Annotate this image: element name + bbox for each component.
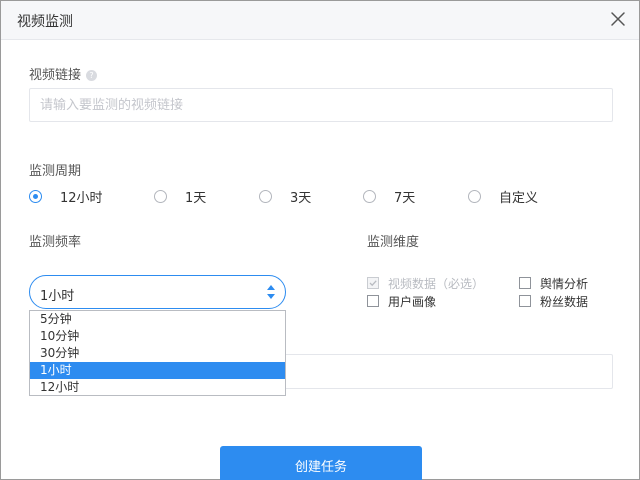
frequency-option-10min[interactable]: 10分钟 <box>30 328 285 345</box>
period-option-label: 1天 <box>185 190 207 206</box>
frequency-option-12h[interactable]: 12小时 <box>30 379 285 396</box>
dialog-header: 视频监测 <box>1 1 639 40</box>
period-option-label: 自定义 <box>499 190 539 206</box>
radio-icon <box>468 189 481 203</box>
check-icon <box>369 280 377 287</box>
radio-icon <box>259 189 272 203</box>
help-icon[interactable]: ? <box>86 70 98 81</box>
dimension-label: 粉丝数据 <box>540 294 589 309</box>
dimension-label: 视频数据（必选） <box>388 276 485 291</box>
checkbox-icon <box>519 295 531 307</box>
dimension-label: 舆情分析 <box>540 276 589 291</box>
radio-icon <box>363 189 376 203</box>
frequency-option-5min[interactable]: 5分钟 <box>30 311 285 328</box>
frequency-option-1h[interactable]: 1小时 <box>30 362 285 379</box>
sort-arrows-icon <box>267 285 275 299</box>
dimension-user-profile-checkbox[interactable]: 用户画像 <box>367 293 436 309</box>
checkbox-icon <box>367 295 379 307</box>
frequency-dropdown: 5分钟 10分钟 30分钟 1小时 12小时 <box>29 310 286 396</box>
period-option-custom[interactable]: 自定义 <box>468 187 539 206</box>
dimension-fans-data-checkbox[interactable]: 粉丝数据 <box>519 293 588 309</box>
period-option-12h[interactable]: 12小时 <box>29 187 103 206</box>
video-monitor-dialog: 视频监测 视频链接? 监测周期 12小时 1天 3天 7天 自定义 监测频率 1… <box>0 0 640 480</box>
period-option-label: 3天 <box>290 190 312 206</box>
dimensions-label: 监测维度 <box>367 235 420 250</box>
video-link-label: 视频链接 <box>29 68 82 83</box>
period-option-7d[interactable]: 7天 <box>363 187 416 206</box>
video-link-input[interactable] <box>29 88 613 122</box>
video-link-label-row: 视频链接? <box>29 64 98 83</box>
period-label: 监测周期 <box>29 164 82 179</box>
create-task-button[interactable]: 创建任务 <box>220 446 422 480</box>
dimension-sentiment-checkbox[interactable]: 舆情分析 <box>519 275 588 291</box>
dimension-label: 用户画像 <box>388 294 437 309</box>
frequency-label: 监测频率 <box>29 235 82 250</box>
frequency-option-30min[interactable]: 30分钟 <box>30 345 285 362</box>
dimension-video-data-checkbox[interactable]: 视频数据（必选） <box>367 275 484 291</box>
dialog-title: 视频监测 <box>17 14 73 30</box>
period-option-label: 7天 <box>394 190 416 206</box>
period-option-label: 12小时 <box>60 190 103 206</box>
period-option-1d[interactable]: 1天 <box>154 187 207 206</box>
close-icon[interactable] <box>609 10 627 28</box>
frequency-select[interactable]: 1小时 <box>29 275 286 309</box>
checkbox-icon <box>519 277 531 289</box>
radio-icon <box>154 189 167 203</box>
frequency-selected-value: 1小时 <box>40 289 75 304</box>
radio-checked-icon <box>29 189 42 203</box>
period-option-3d[interactable]: 3天 <box>259 187 312 206</box>
checkbox-icon <box>367 277 379 289</box>
